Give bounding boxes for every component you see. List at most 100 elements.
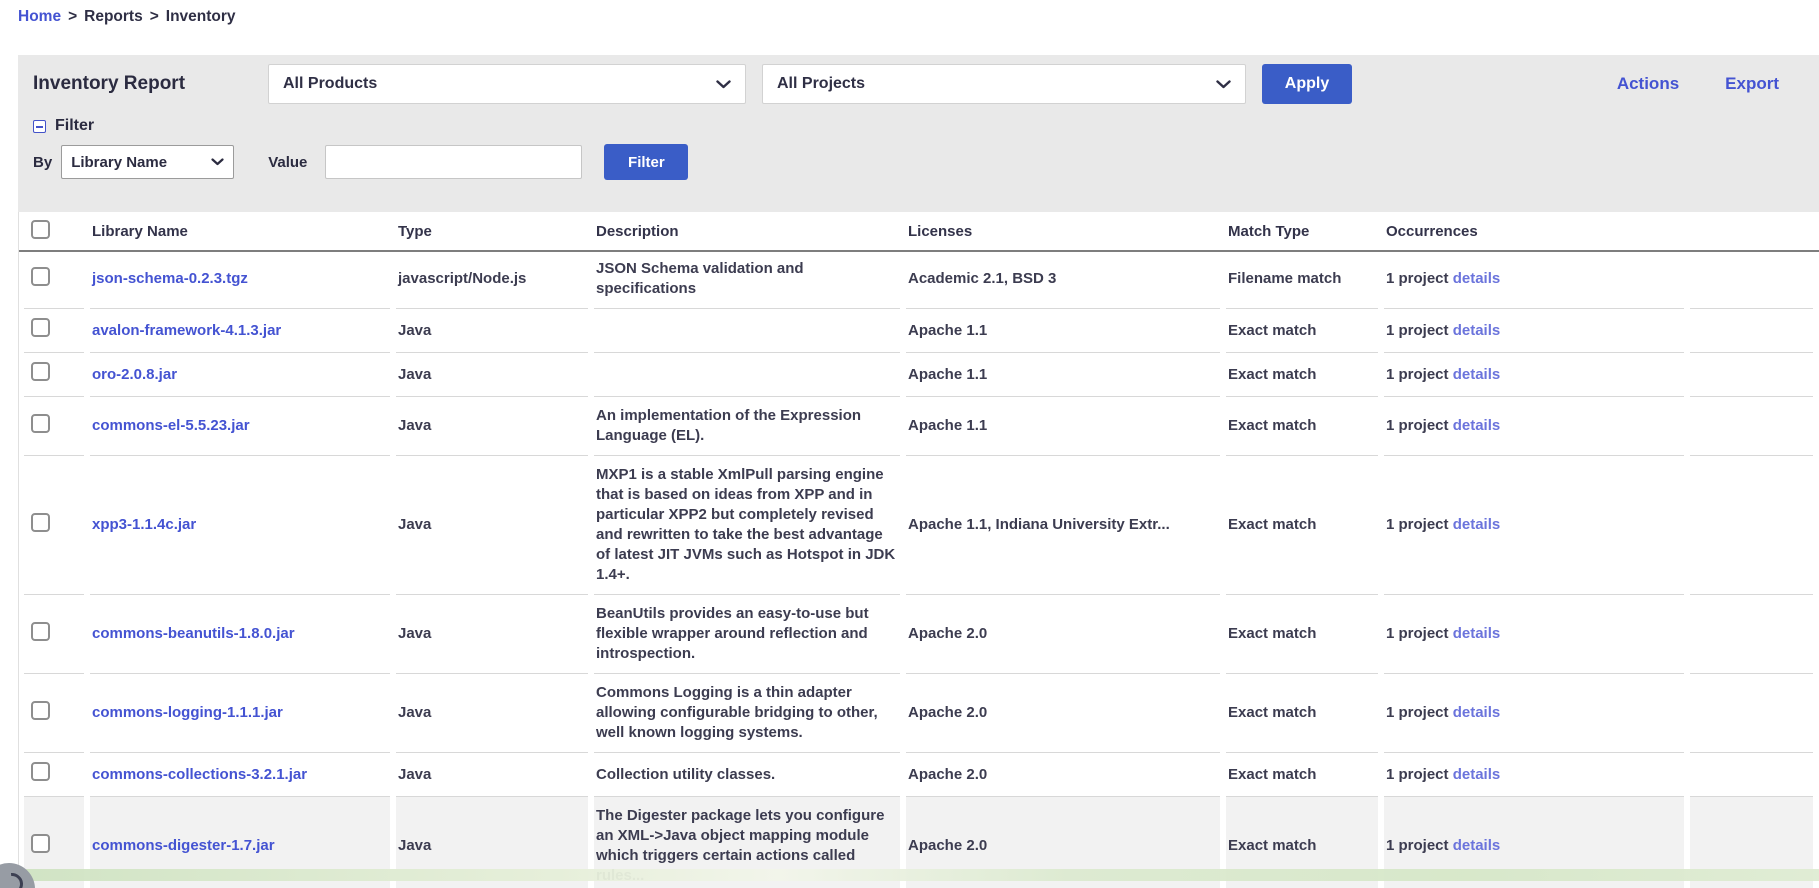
row-checkbox[interactable] <box>31 318 50 337</box>
apply-button[interactable]: Apply <box>1262 64 1352 104</box>
match-type-cell: Exact match <box>1228 516 1316 533</box>
licenses-cell: Apache 2.0 <box>908 766 987 783</box>
table-left-border <box>18 212 19 888</box>
occurrences-cell: 1 project <box>1386 417 1449 434</box>
description-cell: MXP1 is a stable XmlPull parsing engine … <box>596 466 895 583</box>
export-link[interactable]: Export <box>1725 74 1779 94</box>
chevron-down-icon <box>211 158 224 166</box>
table-row: oro-2.0.8.jar Java Apache 1.1 Exact matc… <box>24 353 1813 397</box>
table-row: commons-el-5.5.23.jar Java An implementa… <box>24 397 1813 456</box>
type-cell: Java <box>398 625 431 642</box>
details-link[interactable]: details <box>1453 322 1501 339</box>
description-cell: BeanUtils provides an easy-to-use but fl… <box>596 605 869 662</box>
row-checkbox[interactable] <box>31 362 50 381</box>
occurrences-cell: 1 project <box>1386 625 1449 642</box>
filter-by-select[interactable]: Library Name <box>61 145 234 179</box>
match-type-cell: Exact match <box>1228 322 1316 339</box>
chevron-down-icon <box>716 80 731 89</box>
row-checkbox[interactable] <box>31 622 50 641</box>
chevron-down-icon <box>1216 80 1231 89</box>
report-toolbar-panel: Inventory Report All Products All Projec… <box>18 55 1819 212</box>
row-checkbox[interactable] <box>31 834 50 853</box>
filter-button[interactable]: Filter <box>604 144 688 180</box>
match-type-cell: Exact match <box>1228 704 1316 721</box>
type-cell: Java <box>398 516 431 533</box>
details-link[interactable]: details <box>1453 837 1501 854</box>
library-name-link[interactable]: json-schema-0.2.3.tgz <box>92 270 248 287</box>
match-type-cell: Filename match <box>1228 270 1341 287</box>
row-checkbox[interactable] <box>31 267 50 286</box>
breadcrumb-home-link[interactable]: Home <box>18 8 61 25</box>
library-name-link[interactable]: commons-beanutils-1.8.0.jar <box>92 625 295 642</box>
match-type-cell: Exact match <box>1228 625 1316 642</box>
occurrences-cell: 1 project <box>1386 766 1449 783</box>
details-link[interactable]: details <box>1453 270 1501 287</box>
occurrences-cell: 1 project <box>1386 366 1449 383</box>
details-link[interactable]: details <box>1453 417 1501 434</box>
table-row: commons-beanutils-1.8.0.jar Java BeanUti… <box>24 595 1813 674</box>
select-all-checkbox[interactable] <box>31 220 50 239</box>
column-header-description: Description <box>594 212 900 250</box>
match-type-cell: Exact match <box>1228 366 1316 383</box>
table-row: avalon-framework-4.1.3.jar Java Apache 1… <box>24 309 1813 353</box>
library-name-link[interactable]: commons-collections-3.2.1.jar <box>92 766 307 783</box>
breadcrumb-separator: > <box>68 8 77 25</box>
licenses-cell: Apache 1.1 <box>908 366 987 383</box>
description-cell: JSON Schema validation and specification… <box>596 260 804 297</box>
filter-by-value: Library Name <box>71 154 167 171</box>
table-row: commons-logging-1.1.1.jar Java Commons L… <box>24 674 1813 753</box>
licenses-cell: Apache 1.1 <box>908 322 987 339</box>
library-name-link[interactable]: commons-el-5.5.23.jar <box>92 417 250 434</box>
column-header-licenses: Licenses <box>906 212 1220 250</box>
filter-value-label: Value <box>268 154 307 171</box>
table-header-row: Library Name Type Description Licenses M… <box>24 212 1813 250</box>
licenses-cell: Apache 1.1, Indiana University Extr... <box>908 516 1170 533</box>
row-checkbox[interactable] <box>31 762 50 781</box>
description-cell: Commons Logging is a thin adapter allowi… <box>596 684 878 741</box>
row-checkbox[interactable] <box>31 701 50 720</box>
inventory-table: Library Name Type Description Licenses M… <box>18 212 1819 888</box>
row-checkbox[interactable] <box>31 513 50 532</box>
type-cell: Java <box>398 322 431 339</box>
page-title: Inventory Report <box>33 73 268 95</box>
filter-section-label: Filter <box>55 117 94 135</box>
type-cell: Java <box>398 417 431 434</box>
filter-by-label: By <box>33 154 52 171</box>
library-name-link[interactable]: commons-logging-1.1.1.jar <box>92 704 283 721</box>
match-type-cell: Exact match <box>1228 766 1316 783</box>
details-link[interactable]: details <box>1453 625 1501 642</box>
product-filter-select[interactable]: All Products <box>268 64 746 104</box>
breadcrumb: Home>Reports>Inventory <box>18 8 236 26</box>
column-header-type: Type <box>396 212 588 250</box>
type-cell: javascript/Node.js <box>398 270 526 287</box>
breadcrumb-reports: Reports <box>84 8 143 25</box>
occurrences-cell: 1 project <box>1386 516 1449 533</box>
details-link[interactable]: details <box>1453 766 1501 783</box>
table-row: json-schema-0.2.3.tgz javascript/Node.js… <box>24 250 1813 309</box>
type-cell: Java <box>398 766 431 783</box>
filter-value-input[interactable] <box>325 145 582 179</box>
library-name-link[interactable]: avalon-framework-4.1.3.jar <box>92 322 281 339</box>
breadcrumb-inventory: Inventory <box>166 8 236 25</box>
column-header-occurrences: Occurrences <box>1384 212 1684 250</box>
type-cell: Java <box>398 366 431 383</box>
occurrences-cell: 1 project <box>1386 837 1449 854</box>
actions-link[interactable]: Actions <box>1617 74 1679 94</box>
table-header-divider <box>18 250 1819 252</box>
details-link[interactable]: details <box>1453 366 1501 383</box>
type-cell: Java <box>398 837 431 854</box>
library-name-link[interactable]: oro-2.0.8.jar <box>92 366 177 383</box>
match-type-cell: Exact match <box>1228 837 1316 854</box>
occurrences-cell: 1 project <box>1386 270 1449 287</box>
licenses-cell: Apache 2.0 <box>908 837 987 854</box>
row-checkbox[interactable] <box>31 414 50 433</box>
column-header-match-type: Match Type <box>1226 212 1378 250</box>
table-row: commons-collections-3.2.1.jar Java Colle… <box>24 753 1813 797</box>
details-link[interactable]: details <box>1453 704 1501 721</box>
details-link[interactable]: details <box>1453 516 1501 533</box>
library-name-link[interactable]: xpp3-1.1.4c.jar <box>92 516 196 533</box>
occurrences-cell: 1 project <box>1386 704 1449 721</box>
collapse-filter-icon[interactable] <box>33 120 46 133</box>
library-name-link[interactable]: commons-digester-1.7.jar <box>92 837 275 854</box>
project-filter-select[interactable]: All Projects <box>762 64 1246 104</box>
